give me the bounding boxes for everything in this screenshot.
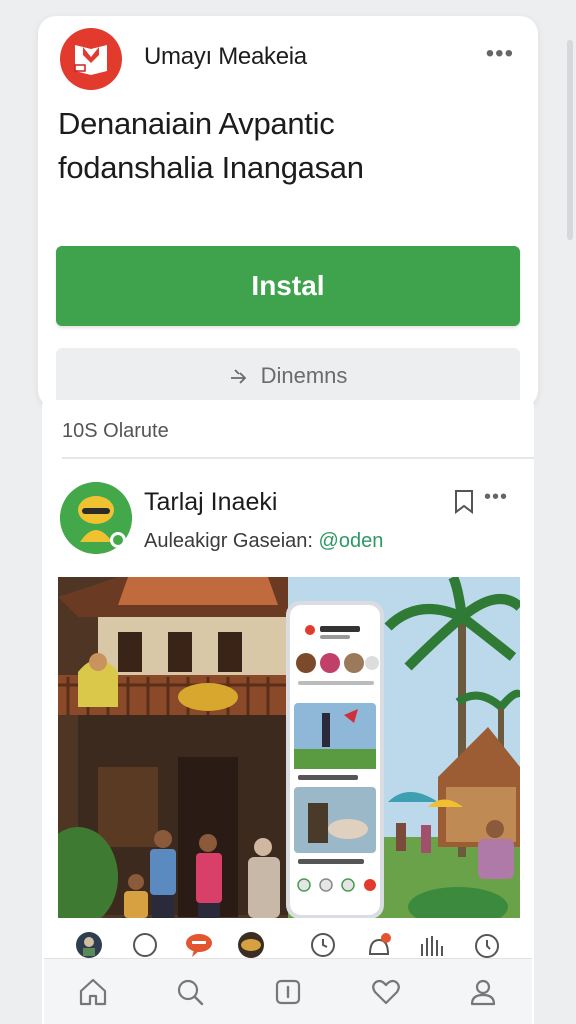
comment-icon[interactable] — [130, 930, 160, 960]
home-icon[interactable] — [73, 972, 113, 1012]
heart-icon[interactable] — [366, 972, 406, 1012]
app-name: Umayı Meakeia — [144, 43, 307, 70]
speech-bubble-red-icon[interactable] — [184, 930, 214, 960]
app-logo-icon — [60, 28, 122, 90]
divider — [62, 457, 534, 459]
post-handle[interactable]: @oden — [319, 530, 384, 552]
timer-icon[interactable] — [472, 930, 502, 960]
search-icon[interactable] — [170, 972, 210, 1012]
arrow-right-icon — [229, 368, 251, 384]
post-image[interactable] — [58, 577, 520, 918]
post-subtitle: Auleakigr Gaseian: @oden — [144, 530, 383, 553]
bottom-navigation — [44, 958, 532, 1024]
scrollbar[interactable] — [567, 40, 573, 240]
post-more-options-icon[interactable]: ••• — [484, 486, 508, 509]
hand-icon[interactable] — [416, 930, 446, 960]
author-avatar[interactable] — [60, 482, 132, 554]
notification-icon[interactable] — [364, 930, 394, 960]
post-author[interactable]: Tarlaj Inaeki — [144, 488, 277, 517]
avatar-reaction-icon[interactable] — [74, 930, 104, 960]
profile-icon[interactable] — [463, 972, 503, 1012]
more-options-icon[interactable]: ••• — [486, 40, 514, 68]
bookmark-icon[interactable] — [452, 488, 478, 516]
details-button[interactable]: Dinemns — [56, 348, 520, 404]
install-button[interactable]: Instal — [56, 246, 520, 326]
ad-headline-line-2: fodanshalia Inangasan — [58, 150, 364, 185]
post-subtitle-text: Auleakigr Gaseian: — [144, 530, 313, 552]
details-label: Dinemns — [260, 363, 348, 388]
section-label: 10S Olarute — [62, 420, 169, 442]
reaction-row — [42, 930, 534, 960]
avatar-reaction-2-icon[interactable] — [236, 930, 266, 960]
clock-icon[interactable] — [308, 930, 338, 960]
info-icon[interactable] — [268, 972, 308, 1012]
ad-headline-line-1: Denanaiain Avpantic — [58, 106, 335, 141]
ad-headline: Denanaiain Avpantic fodanshalia Inangasa… — [58, 102, 518, 190]
feed-card: 10S Olarute Tarlaj Inaeki Auleakigr Gase… — [42, 400, 534, 1024]
ad-card: Umayı Meakeia ••• Denanaiain Avpantic fo… — [38, 16, 538, 408]
